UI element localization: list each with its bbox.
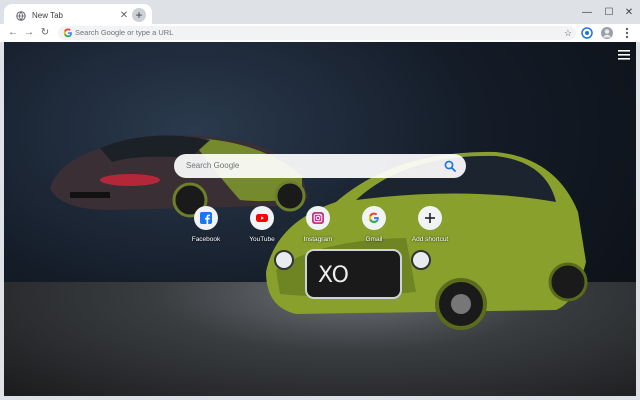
tile-icon-container bbox=[362, 206, 386, 230]
shortcut-tile-youtube[interactable]: YouTube bbox=[237, 206, 287, 252]
tile-label: YouTube bbox=[249, 236, 275, 243]
shortcut-tile-facebook[interactable]: Facebook bbox=[181, 206, 231, 252]
tile-label: Instagram bbox=[303, 236, 333, 243]
shortcut-tiles: Facebook YouTube Instagram Gmail Add sho… bbox=[192, 206, 455, 254]
back-arrow-icon[interactable]: ← bbox=[6, 26, 20, 40]
google-icon bbox=[63, 28, 72, 38]
tile-icon-container bbox=[306, 206, 330, 230]
tile-label: Add shortcut bbox=[411, 236, 449, 243]
forward-arrow-icon[interactable]: → bbox=[22, 26, 36, 40]
tile-icon-container bbox=[418, 206, 442, 230]
avatar[interactable] bbox=[600, 26, 614, 40]
extension-icon[interactable] bbox=[580, 26, 594, 40]
search-icon[interactable] bbox=[444, 160, 456, 172]
minimize-button[interactable]: — bbox=[580, 6, 594, 20]
close-icon[interactable]: ✕ bbox=[118, 10, 130, 22]
globe-icon bbox=[16, 11, 26, 21]
new-tab-button[interactable]: + bbox=[132, 8, 146, 22]
tile-label: Facebook bbox=[191, 236, 221, 243]
star-icon[interactable]: ☆ bbox=[564, 27, 572, 39]
facebook-icon bbox=[200, 212, 212, 224]
google-icon bbox=[368, 212, 379, 224]
svg-text:XO: XO bbox=[318, 263, 349, 288]
search-placeholder: Search Google bbox=[186, 161, 240, 170]
tile-icon-container bbox=[194, 206, 218, 230]
reload-icon[interactable]: ↻ bbox=[38, 26, 52, 40]
menu-icon[interactable] bbox=[618, 50, 630, 60]
close-window-button[interactable]: ✕ bbox=[622, 6, 636, 20]
youtube-icon bbox=[256, 214, 268, 222]
maximize-button[interactable]: ☐ bbox=[602, 6, 616, 20]
plus-icon bbox=[425, 213, 435, 223]
shortcut-tile-instagram[interactable]: Instagram bbox=[293, 206, 343, 252]
tile-label: Gmail bbox=[365, 236, 383, 243]
shortcut-tile-gmail[interactable]: Gmail bbox=[349, 206, 399, 252]
instagram-icon bbox=[312, 212, 324, 224]
add-shortcut-button[interactable]: Add shortcut bbox=[405, 206, 455, 252]
address-bar[interactable]: Search Google or type a URL ☆ bbox=[58, 26, 576, 40]
tab-title: New Tab bbox=[32, 11, 63, 20]
tile-icon-container bbox=[250, 206, 274, 230]
search-input[interactable]: Search Google bbox=[174, 154, 466, 178]
new-tab-page: XO Search Google Facebook YouTube Instag… bbox=[4, 42, 636, 396]
more-vert-icon[interactable] bbox=[620, 26, 634, 40]
omnibox-placeholder: Search Google or type a URL bbox=[75, 28, 174, 37]
browser-toolbar: ← → ↻ Search Google or type a URL ☆ bbox=[0, 24, 640, 42]
